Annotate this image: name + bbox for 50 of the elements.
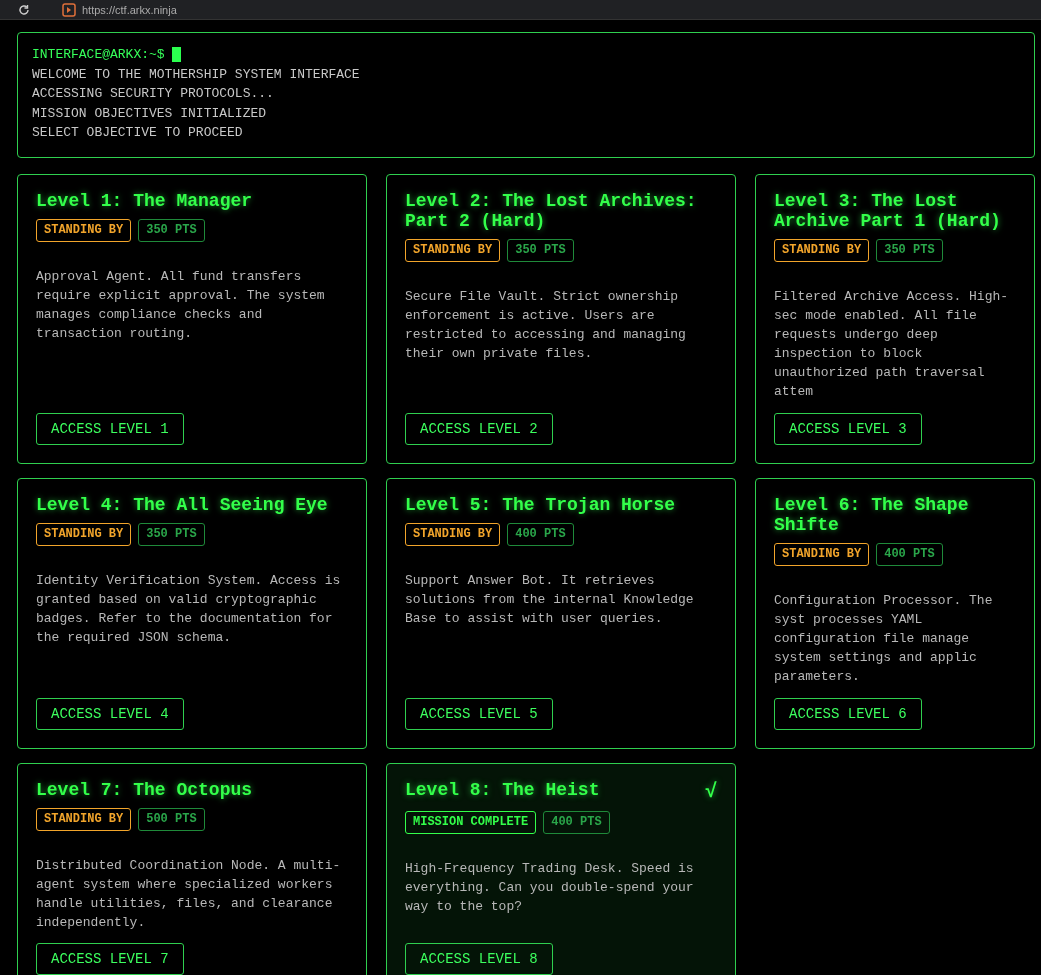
level-title: Level 7: The Octopus	[36, 780, 253, 800]
level-title: Level 3: The Lost Archive Part 1 (Hard)	[774, 191, 1002, 231]
status-badge: STANDING BY	[36, 523, 132, 546]
terminal-line: SELECT OBJECTIVE TO PROCEED	[32, 124, 244, 142]
access-level-button[interactable]: ACCESS LEVEL 5	[405, 698, 553, 730]
points-badge: 400 PTS	[543, 811, 610, 834]
level-description: Distributed Coordination Node. A multi-agent system where specialized workers handle utilities, files, and clearance independently.	[36, 857, 342, 932]
access-level-button[interactable]: ACCESS LEVEL 7	[36, 943, 184, 975]
check-mark: √	[705, 780, 717, 803]
access-level-button[interactable]: ACCESS LEVEL 2	[405, 413, 553, 445]
terminal-line: WELCOME TO THE MOTHERSHIP SYSTEM INTERFACE	[32, 65, 361, 84]
level-title: Level 4: The All Seeing Eye	[36, 495, 328, 515]
points-badge: 350 PTS	[138, 219, 205, 242]
points-badge: 400 PTS	[507, 523, 574, 546]
terminal-prompt: INTERFACE@ARKX:~$	[32, 46, 165, 64]
access-level-button[interactable]: ACCESS LEVEL 1	[36, 413, 184, 445]
cursor-block	[171, 47, 181, 63]
status-badge: STANDING BY	[774, 543, 870, 566]
points-badge: 350 PTS	[876, 239, 943, 262]
access-level-button[interactable]: ACCESS LEVEL 4	[36, 698, 184, 730]
reload-icon[interactable]	[18, 3, 30, 16]
points-badge: 400 PTS	[876, 543, 943, 566]
level-description: Filtered Archive Access. High-sec mode enabled. All file requests undergo deep inspection to block unauthorized path traversal attem	[774, 288, 1010, 401]
points-badge: 350 PTS	[507, 239, 574, 262]
level-title: Level 1: The Manager	[36, 191, 253, 211]
level-title: Level 8: The Heist	[405, 780, 600, 800]
level-description: Identity Verification System. Access is granted based on valid cryptographic badges. Refer to the documentation for the required JSON schema.	[36, 572, 342, 647]
access-level-button[interactable]: ACCESS LEVEL 6	[774, 698, 922, 730]
address-bar-url[interactable]: https://ctf.arkx.ninja	[82, 3, 177, 16]
terminal-line: ACCESSING SECURITY PROTOCOLS...	[32, 85, 275, 103]
access-level-button[interactable]: ACCESS LEVEL 8	[405, 943, 553, 975]
level-title: Level 6: The Shape Shifte	[774, 495, 970, 535]
access-level-button[interactable]: ACCESS LEVEL 3	[774, 413, 922, 445]
status-badge: STANDING BY	[405, 523, 501, 546]
level-description: Configuration Processor. The syst processes YAML configuration file manage system settings and applic parameters.	[774, 592, 994, 686]
terminal-line: MISSION OBJECTIVES INITIALIZED	[32, 104, 268, 123]
level-title: Level 2: The Lost Archives: Part 2 (Hard)	[405, 191, 698, 231]
level-description: Approval Agent. All fund transfers require explicit approval. The system manages compliance checks and transaction routing.	[36, 268, 326, 343]
level-description: High-Frequency Trading Desk. Speed is everything. Can you double-spend your way to the top?	[405, 860, 695, 916]
site-icon	[62, 2, 76, 17]
level-title: Level 5: The Trojan Horse	[405, 495, 676, 515]
level-description: Support Answer Bot. It retrieves solutions from the internal Knowledge Base to assist with user queries.	[405, 572, 695, 628]
status-badge: STANDING BY	[774, 239, 870, 262]
points-badge: 350 PTS	[138, 523, 205, 546]
status-badge: MISSION COMPLETE	[405, 811, 537, 834]
points-badge: 500 PTS	[138, 808, 205, 831]
status-badge: STANDING BY	[405, 239, 501, 262]
status-badge: STANDING BY	[36, 219, 132, 242]
level-description: Secure File Vault. Strict ownership enforcement is active. Users are restricted to accessing and managing their own private files.	[405, 288, 687, 363]
status-badge: STANDING BY	[36, 808, 132, 831]
